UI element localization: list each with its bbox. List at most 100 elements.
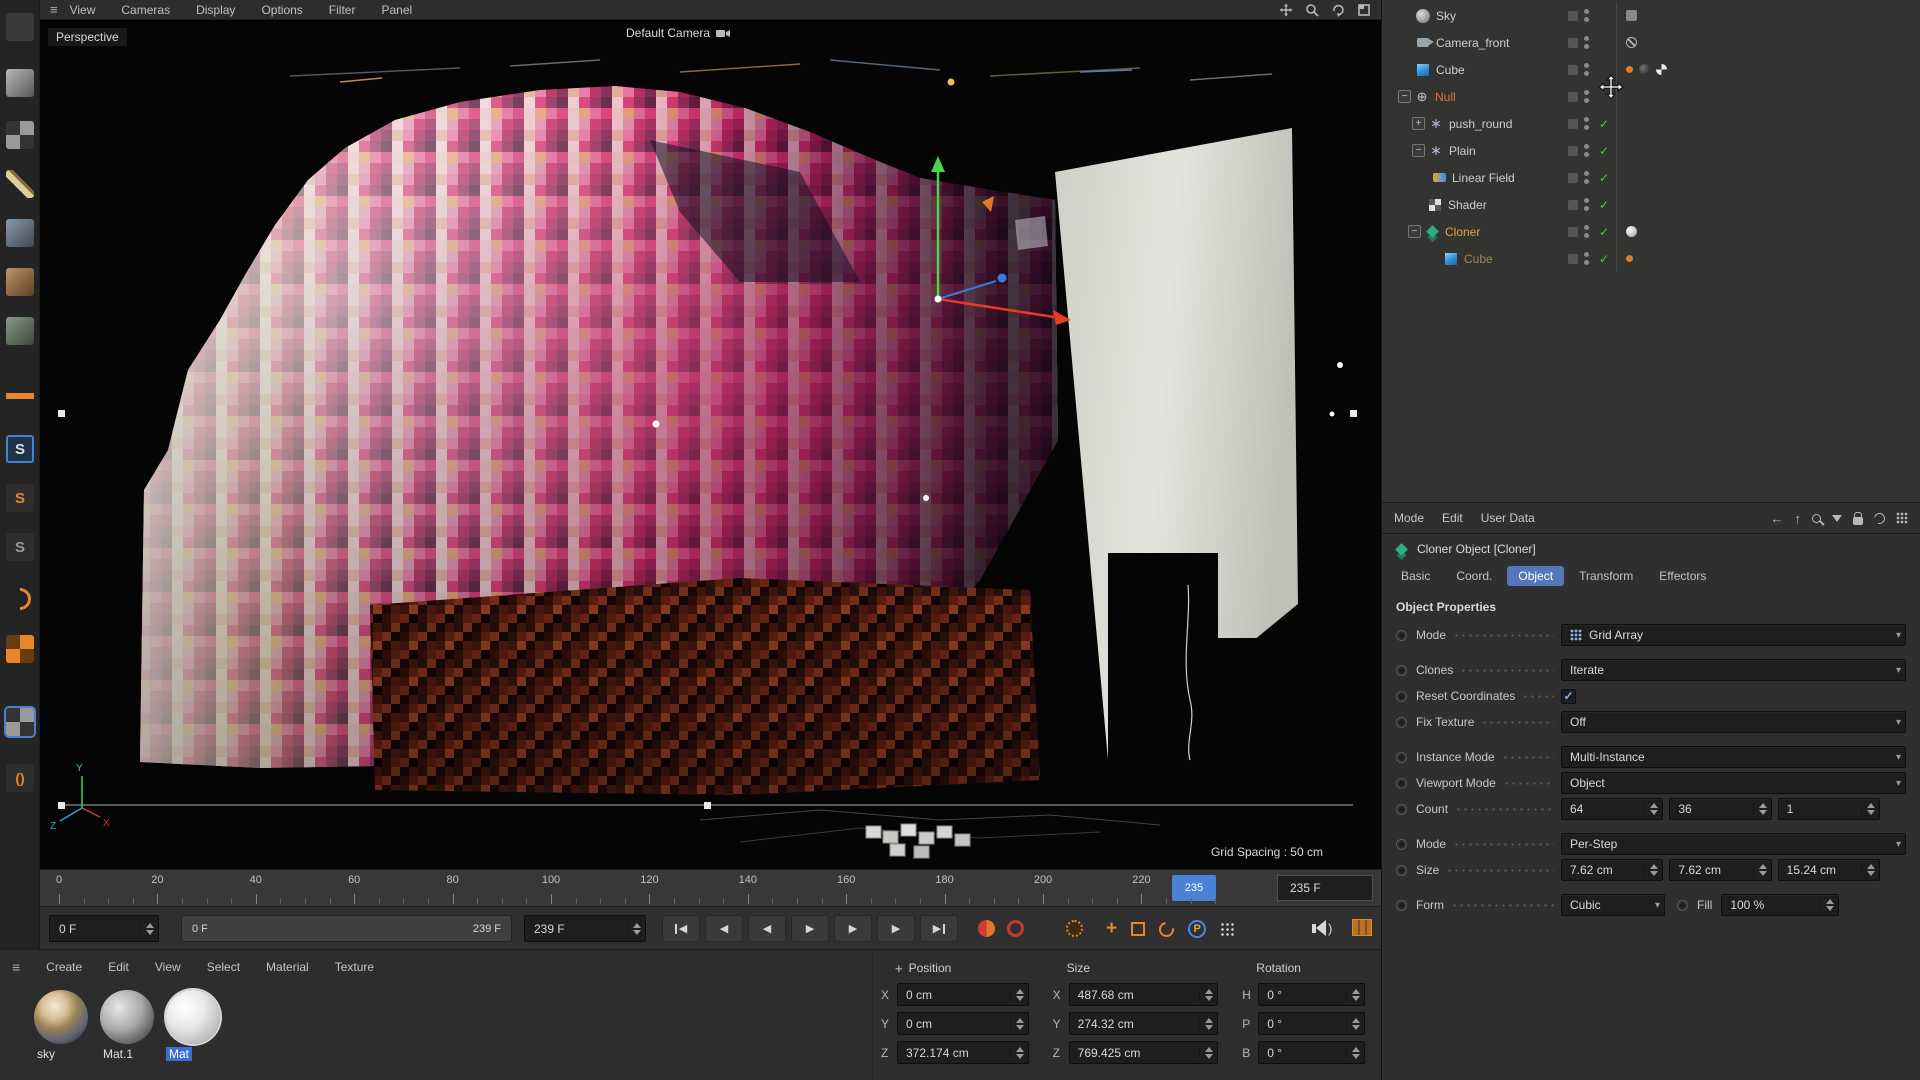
enabled-check-icon[interactable]: ✓ — [1595, 225, 1613, 239]
clones-dropdown[interactable]: Iterate▾ — [1561, 659, 1906, 681]
material-item[interactable]: sky — [34, 990, 88, 1061]
keyframe-settings-icon[interactable] — [1066, 920, 1083, 937]
anim-dot[interactable] — [1396, 752, 1407, 763]
visibility-dots[interactable] — [1584, 90, 1589, 103]
filter-icon[interactable] — [1832, 515, 1842, 522]
layout-grid-icon[interactable] — [1896, 512, 1908, 524]
cube-variant-icon[interactable] — [6, 219, 34, 247]
s-badge-orange-icon[interactable]: S — [6, 484, 34, 512]
tab-coord[interactable]: Coord. — [1445, 566, 1503, 586]
fill-input[interactable]: 100 % — [1721, 894, 1839, 916]
enabled-check-icon[interactable]: ✓ — [1595, 144, 1613, 158]
enabled-check-icon[interactable]: ✓ — [1595, 198, 1613, 212]
menu-filter[interactable]: Filter — [329, 3, 356, 17]
size-y-input[interactable]: 274.32 cm — [1069, 1012, 1219, 1035]
material-thumbnail-mat[interactable] — [166, 990, 220, 1044]
layer-toggle[interactable] — [1568, 38, 1578, 48]
refresh-icon[interactable] — [1872, 510, 1887, 525]
visibility-dots[interactable] — [1584, 198, 1589, 211]
camera-label[interactable]: Default Camera — [626, 26, 732, 40]
viewport-3d-scene[interactable]: Y Z X Perspective Default Camera Grid Sp… — [40, 20, 1381, 869]
material-menu-edit[interactable]: Edit — [108, 960, 129, 974]
rotation-h-input[interactable]: 0 ° — [1258, 983, 1365, 1006]
previous-frame-button[interactable]: ◀ — [748, 915, 786, 942]
expand-toggle-icon[interactable]: + — [1412, 117, 1425, 130]
record-point-level-icon[interactable] — [1220, 922, 1235, 937]
om-row-cube-child[interactable]: Cube ✓ — [1382, 245, 1920, 272]
record-scale-icon[interactable] — [1131, 922, 1145, 936]
size-z-input[interactable]: 15.24 cm — [1778, 859, 1880, 881]
cube-variant-icon[interactable] — [6, 317, 34, 345]
layer-toggle[interactable] — [1568, 254, 1578, 264]
phong-tag-icon[interactable] — [1626, 66, 1633, 73]
material-item-selected[interactable]: Mat — [166, 990, 220, 1061]
record-parameter-icon[interactable]: P — [1188, 920, 1206, 938]
om-row-null[interactable]: − ⊕ Null — [1382, 83, 1920, 110]
checker-selected-icon[interactable] — [6, 708, 34, 736]
position-y-input[interactable]: 0 cm — [897, 1012, 1029, 1035]
layer-toggle[interactable] — [1568, 65, 1578, 75]
rotation-b-input[interactable]: 0 ° — [1258, 1041, 1365, 1064]
menu-panel[interactable]: Panel — [381, 3, 412, 17]
end-frame-input[interactable]: 239 F — [524, 915, 646, 942]
search-icon[interactable] — [1812, 514, 1821, 523]
count-y-input[interactable]: 36 — [1669, 798, 1771, 820]
count-x-input[interactable]: 64 — [1561, 798, 1663, 820]
visibility-dots[interactable] — [1584, 252, 1589, 265]
visibility-dots[interactable] — [1584, 9, 1589, 22]
pen-tool-icon[interactable] — [6, 170, 34, 198]
previous-key-button[interactable]: ◀ — [705, 915, 743, 942]
menu-grip-icon[interactable]: ≡ — [50, 2, 58, 17]
pan-view-icon[interactable] — [1279, 3, 1293, 17]
anim-dot[interactable] — [1396, 717, 1407, 728]
visibility-dots[interactable] — [1584, 171, 1589, 184]
cube-variant-icon[interactable] — [6, 268, 34, 296]
expand-toggle-icon[interactable]: − — [1398, 90, 1411, 103]
timeline-playhead[interactable]: 235 — [1172, 875, 1216, 901]
preview-range-slider[interactable]: 0 F 239 F — [181, 915, 512, 942]
menu-display[interactable]: Display — [196, 3, 235, 17]
step-mode-dropdown[interactable]: Per-Step▾ — [1561, 833, 1906, 855]
current-frame-field[interactable]: 235 F — [1277, 875, 1373, 901]
back-icon[interactable]: ← — [1771, 512, 1784, 525]
anim-dot[interactable] — [1396, 778, 1407, 789]
material-menu-view[interactable]: View — [155, 960, 181, 974]
om-row-linear-field[interactable]: Linear Field ✓ — [1382, 164, 1920, 191]
anim-dot[interactable] — [1396, 839, 1407, 850]
visibility-dots[interactable] — [1584, 144, 1589, 157]
size-x-input[interactable]: 7.62 cm — [1561, 859, 1663, 881]
rotation-p-input[interactable]: 0 ° — [1258, 1012, 1365, 1035]
attr-menu-mode[interactable]: Mode — [1394, 511, 1424, 525]
view-label[interactable]: Perspective — [48, 28, 127, 46]
lock-icon[interactable] — [1853, 517, 1863, 525]
om-row-cloner[interactable]: − Cloner ✓ — [1382, 218, 1920, 245]
next-frame-button[interactable]: ▶ — [834, 915, 872, 942]
record-keyframe-icon[interactable] — [978, 920, 995, 937]
spline-tool-icon[interactable] — [6, 382, 34, 410]
record-rotation-icon[interactable] — [1156, 919, 1177, 940]
menu-cameras[interactable]: Cameras — [121, 3, 170, 17]
z-axis-handle[interactable] — [998, 274, 1007, 283]
layer-toggle[interactable] — [1568, 92, 1578, 102]
viewport-mode-dropdown[interactable]: Object▾ — [1561, 772, 1906, 794]
visibility-dots[interactable] — [1584, 36, 1589, 49]
up-icon[interactable]: ↑ — [1795, 512, 1802, 525]
layer-toggle[interactable] — [1568, 227, 1578, 237]
position-z-input[interactable]: 372.174 cm — [897, 1041, 1029, 1064]
swoosh-tool-icon[interactable] — [4, 583, 35, 614]
menu-options[interactable]: Options — [261, 3, 302, 17]
compositing-tag-icon[interactable] — [1626, 10, 1637, 21]
layer-toggle[interactable] — [1568, 173, 1578, 183]
autokey-icon[interactable] — [1007, 920, 1024, 937]
position-x-input[interactable]: 0 cm — [897, 983, 1029, 1006]
protection-tag-icon[interactable] — [1626, 37, 1637, 48]
cube-tool-icon[interactable] — [6, 69, 34, 97]
material-tag-icon[interactable] — [1626, 226, 1637, 237]
anim-dot[interactable] — [1677, 900, 1688, 911]
om-row-camera-front[interactable]: Camera_front — [1382, 29, 1920, 56]
material-menu-material[interactable]: Material — [266, 960, 309, 974]
material-thumbnail-mat1[interactable] — [100, 990, 154, 1044]
go-to-end-button[interactable]: ▶ — [920, 915, 958, 942]
menu-view[interactable]: View — [70, 3, 96, 17]
record-position-icon[interactable]: + — [1106, 920, 1117, 938]
